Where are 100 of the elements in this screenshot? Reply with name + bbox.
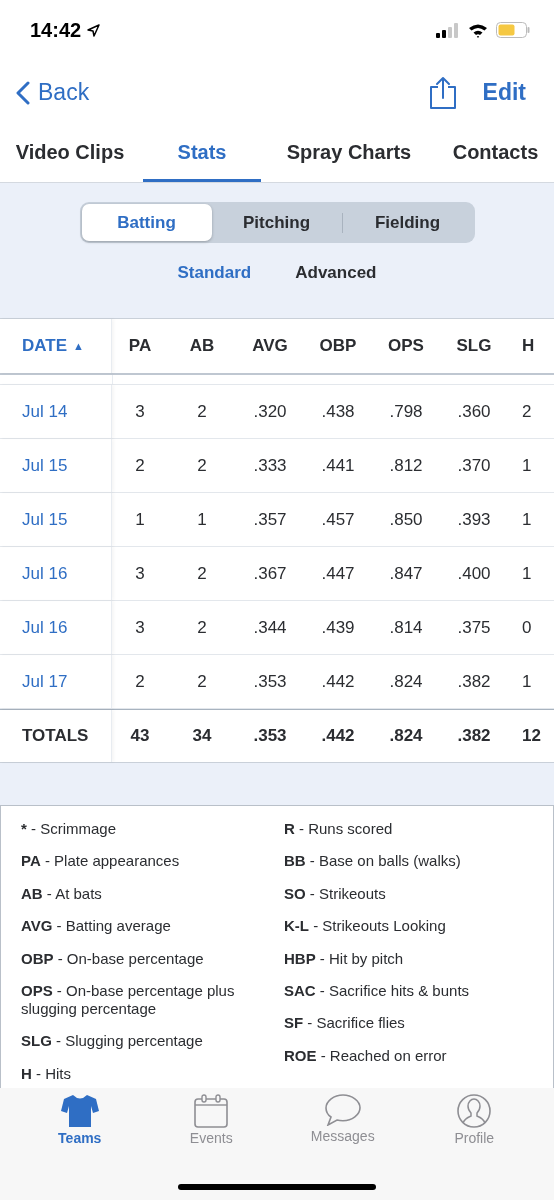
tab[interactable]: Contacts [437,125,554,182]
table-cell-text: 3 [134,617,146,638]
column-header[interactable]: H [508,336,554,356]
legend-entry: SF - Sacrifice flies [284,1014,406,1033]
tab-bar-item[interactable]: Events [156,1094,267,1146]
table-cell-text: .798 [388,401,424,422]
column-header[interactable]: PA [112,336,168,356]
column-header[interactable]: DATE [22,336,67,356]
legend-entry: R - Runs scored [284,820,394,838]
legend-entry: ROE - Reached on error [284,1046,448,1065]
legend-entry: K-L - Strikeouts Looking [284,917,447,936]
table-cell-text: .824 [388,671,424,692]
table-cell-text: 1 [521,455,533,476]
table-cell-text: .353 [252,671,288,692]
chevron-left-icon [16,80,30,105]
table-cell-text: .442 [320,671,356,692]
legend-entry: BB - Base on balls (walks) [284,852,462,871]
table-cell-text: 2 [196,455,208,476]
table-cell-text: .400 [456,563,492,584]
segment[interactable]: Fielding [342,204,473,241]
column-header[interactable]: AB [168,336,236,356]
table-cell-text: .814 [388,617,424,638]
back-button[interactable]: Back [16,79,90,106]
date-link[interactable]: Jul 15 [22,509,68,530]
total-cell-text: .442 [320,726,356,746]
table-cell-text: 1 [196,509,208,530]
table-cell-text: .367 [252,563,288,584]
legend-entry: AB - At bats [21,884,103,903]
legend-entry: OBP - On-base percentage [21,949,205,968]
total-cell-text: 34 [191,726,213,746]
segment[interactable]: Batting [81,204,212,241]
date-link[interactable]: Jul 14 [22,401,68,422]
table-cell-text: 2 [521,401,533,422]
legend-entry: OPS - On-base percentage plus slugging percentage [21,981,236,1018]
table-cell-text: .438 [320,401,356,422]
tab[interactable]: Video Clips [0,125,140,182]
date-link[interactable]: Jul 15 [22,455,68,476]
profile-icon [457,1094,492,1128]
total-cell-text: 43 [129,726,151,746]
table-cell-text: .382 [456,671,492,692]
location-arrow-icon [87,23,101,37]
total-cell-text: .824 [388,726,424,746]
date-link[interactable]: Jul 16 [22,563,68,584]
table-cell-text: 1 [521,509,533,530]
table-cell-text: .333 [252,455,288,476]
column-header[interactable]: AVG [236,336,304,356]
legend-entry: AVG - Batting average [21,917,172,936]
table-cell-text: .441 [320,455,356,476]
table-cell-text: 2 [196,563,208,584]
table-cell-text: 2 [134,671,146,692]
column-header[interactable]: OPS [372,336,440,356]
tab-bar-item[interactable]: Profile [419,1094,530,1146]
view-option[interactable]: Standard [177,263,252,283]
totals-label: TOTALS [22,726,89,746]
legend-entry: H - Hits [21,1064,72,1083]
calendar-icon [194,1094,229,1128]
column-header[interactable]: OBP [304,336,372,356]
table-cell-text: 1 [134,509,146,530]
table-cell-text: .447 [320,563,356,584]
tab[interactable]: Spray Charts [261,125,437,182]
wifi-icon [468,22,488,38]
legend-entry: HBP - Hit by pitch [284,949,405,968]
total-cell-text: .382 [456,726,492,746]
legend-entry: SO - Strikeouts [284,884,387,903]
table-cell-text: .320 [252,401,288,422]
tab-bar-item[interactable]: Teams [24,1094,135,1146]
table-cell-text: 3 [134,563,146,584]
date-link[interactable]: Jul 17 [22,671,68,692]
share-icon[interactable] [428,75,457,110]
table-cell-text: .457 [320,509,356,530]
column-header[interactable]: SLG [440,336,508,356]
table-cell-text: .439 [320,617,356,638]
jersey-icon [60,1094,99,1128]
table-cell-text: 2 [196,617,208,638]
battery-icon [496,22,530,38]
table-cell-text: .360 [456,401,492,422]
legend-entry: SAC - Sacrifice hits & bunts [284,981,471,1000]
edit-button[interactable]: Edit [482,79,538,106]
table-cell-text: 2 [196,671,208,692]
view-option[interactable]: Advanced [295,263,377,283]
segment[interactable]: Pitching [211,204,342,241]
table-cell-text: 2 [196,401,208,422]
legend-entry: * - Scrimmage [21,820,118,838]
table-cell-text: .393 [456,509,492,530]
legend-entry: PA - Plate appearances [21,852,181,871]
table-cell-text: .850 [388,509,424,530]
table-cell-text: 1 [521,671,533,692]
table-cell-text: .344 [252,617,288,638]
total-cell-text: 12 [521,726,542,746]
speech-bubble-icon [324,1094,361,1126]
table-cell-text: 3 [134,401,146,422]
date-link[interactable]: Jul 16 [22,617,68,638]
sort-mark: ▲ [73,340,84,352]
table-cell-text: .370 [456,455,492,476]
signal-icon [436,22,460,38]
legend-entry: SLG - Slugging percentage [21,1032,204,1051]
tab-bar-item[interactable]: Messages [287,1094,398,1146]
table-cell-text: 1 [521,563,533,584]
table-cell-text: 2 [134,455,146,476]
status-time: 14:42 [30,18,82,42]
